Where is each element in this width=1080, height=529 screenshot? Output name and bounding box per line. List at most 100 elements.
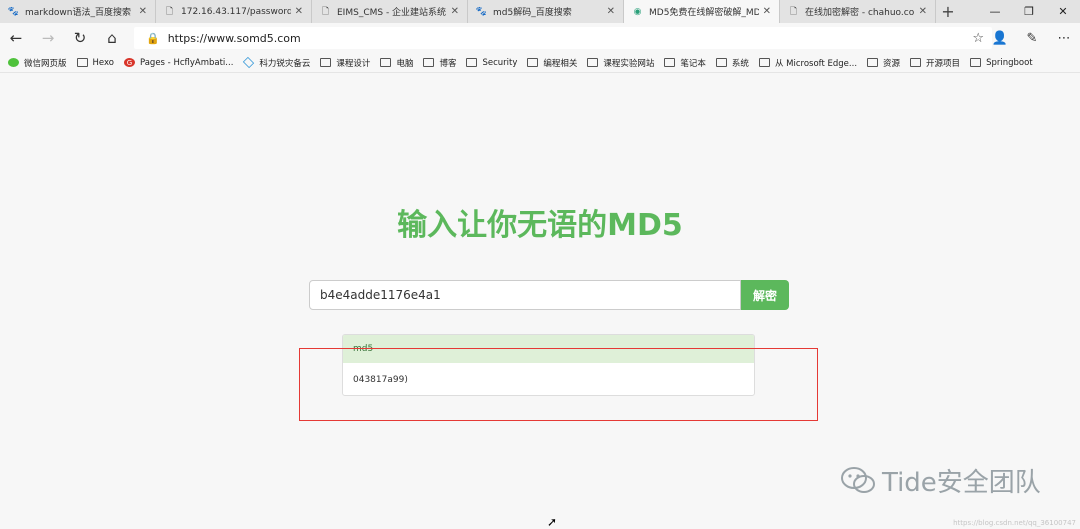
document-icon: 🗋 — [789, 6, 798, 17]
bookmarks-bar: 微信网页版 Hexo G Pages - HcflyAmbati... 科力锐灾备… — [0, 53, 1080, 73]
bookmark-label: 笔记本 — [680, 58, 706, 69]
minimize-icon[interactable]: — — [978, 0, 1012, 23]
document-icon: 🗋 — [165, 6, 174, 17]
star-icon[interactable]: ☆ — [972, 31, 984, 46]
watermark-text: Tide安全团队 — [882, 468, 1041, 498]
profile-icon[interactable]: 👤 — [984, 23, 1016, 53]
bookmark-item[interactable]: 博客 — [423, 57, 456, 69]
folder-icon — [970, 58, 982, 67]
close-window-icon[interactable]: ✕ — [1046, 0, 1080, 23]
baidu-paw-icon: 🐾 — [475, 6, 488, 17]
bookmark-label: Hexo — [92, 57, 114, 68]
somd5-icon: ◉ — [633, 6, 642, 17]
bookmark-item[interactable]: 从 Microsoft Edge... — [758, 57, 858, 69]
bookmark-label: 博客 — [439, 58, 457, 69]
restore-icon[interactable]: ❐ — [1012, 0, 1046, 23]
folder-icon — [380, 58, 392, 67]
baidu-paw-icon: 🐾 — [7, 6, 20, 17]
bookmark-label: 编程相关 — [543, 58, 578, 69]
tab-title: 在线加密解密 - chahuo.com — [805, 8, 915, 18]
bookmark-item[interactable]: 开源项目 — [910, 57, 960, 69]
bookmark-label: 开源项目 — [926, 58, 961, 69]
address-bar[interactable]: 🔒 https://www.somd5.com ☆ — [134, 27, 992, 49]
bookmark-item[interactable]: 课程设计 — [320, 57, 370, 69]
home-icon[interactable]: ⌂ — [96, 23, 128, 53]
folder-icon — [867, 58, 879, 67]
bookmark-item[interactable]: 资源 — [867, 57, 900, 69]
folder-icon — [715, 58, 727, 67]
bookmark-label: 电脑 — [396, 58, 414, 69]
bookmark-label: 从 Microsoft Edge... — [774, 58, 858, 69]
forward-arrow-icon[interactable]: → — [32, 23, 64, 53]
folder-icon — [910, 58, 922, 67]
gitee-icon: G — [123, 58, 135, 67]
highlight-box — [299, 348, 818, 421]
decrypt-button[interactable]: 解密 — [741, 280, 789, 310]
bookmark-label: 课程实验网站 — [603, 58, 655, 69]
bookmark-item[interactable]: 课程实验网站 — [587, 57, 654, 69]
bookmark-label: Security — [482, 57, 518, 68]
folder-icon — [664, 58, 676, 67]
more-options-icon[interactable]: ⋯ — [1048, 23, 1080, 53]
bookmark-item[interactable]: 笔记本 — [664, 57, 706, 69]
close-icon[interactable]: ✕ — [451, 6, 459, 17]
tab-title: EIMS_CMS - 企业建站系统 — [337, 8, 447, 18]
folder-icon — [466, 58, 478, 67]
bookmark-label: 资源 — [883, 58, 901, 69]
tab-title: 172.16.43.117/password.txt — [181, 6, 291, 17]
tab-md5-baidu[interactable]: 🐾 md5解码_百度搜索 ✕ — [468, 0, 624, 23]
bookmark-item[interactable]: 科力锐灾备云 — [243, 56, 311, 69]
cube-icon — [243, 56, 255, 69]
url-text[interactable]: https://www.somd5.com — [168, 32, 301, 45]
folder-icon — [320, 58, 332, 67]
tab-eims-cms[interactable]: 🗋 EIMS_CMS - 企业建站系统 ✕ — [312, 0, 468, 23]
tab-title: markdown语法_百度搜索 — [25, 8, 131, 18]
folder-icon — [76, 58, 88, 67]
folder-icon — [758, 58, 770, 67]
back-arrow-icon[interactable]: ← — [0, 23, 32, 53]
folder-icon — [587, 58, 599, 67]
wechat-icon — [8, 58, 19, 67]
document-icon: 🗋 — [321, 6, 330, 17]
new-tab-button[interactable]: + — [936, 0, 960, 23]
tab-markdown[interactable]: 🐾 markdown语法_百度搜索 ✕ — [0, 0, 156, 23]
bookmark-label: 科力锐灾备云 — [259, 58, 311, 69]
wechat-logo-icon — [841, 466, 875, 493]
window-controls: — ❐ ✕ — [978, 0, 1080, 23]
bookmark-item[interactable]: 系统 — [715, 57, 749, 69]
watermark: Tide安全团队 — [840, 462, 1041, 499]
close-icon[interactable]: ✕ — [607, 6, 615, 17]
folder-icon — [527, 58, 539, 67]
bookmark-item[interactable]: 编程相关 — [527, 57, 577, 69]
close-icon[interactable]: ✕ — [919, 6, 927, 17]
toolbar-right: 👤 ✎ ⋯ — [984, 23, 1080, 53]
bookmark-item[interactable]: Security — [466, 58, 517, 68]
close-icon[interactable]: ✕ — [295, 6, 303, 17]
bookmark-item[interactable]: 电脑 — [380, 57, 413, 69]
bookmark-item[interactable]: G Pages - HcflyAmbati... — [123, 57, 234, 68]
tab-password-txt[interactable]: 🗋 172.16.43.117/password.txt ✕ — [156, 0, 312, 23]
close-icon[interactable]: ✕ — [139, 6, 147, 17]
folder-icon — [423, 58, 435, 67]
tab-somd5[interactable]: ◉ MD5免费在线解密破解_MD5 ✕ — [624, 0, 780, 23]
bookmark-label: 系统 — [731, 58, 749, 69]
bottom-url: https://blog.csdn.net/qq_36100747 — [953, 519, 1076, 527]
feedback-icon[interactable]: ✎ — [1016, 23, 1048, 53]
bookmark-label: 微信网页版 — [24, 58, 67, 69]
tab-chahuo[interactable]: 🗋 在线加密解密 - chahuo.com ✕ — [780, 0, 936, 23]
bookmark-label: Pages - HcflyAmbati... — [139, 57, 234, 68]
bookmark-item[interactable]: Hexo — [76, 57, 114, 68]
lock-icon[interactable]: 🔒 — [146, 32, 160, 45]
md5-input[interactable] — [309, 280, 741, 310]
mouse-cursor-icon: ➚ — [547, 515, 558, 529]
bookmark-label: 课程设计 — [336, 58, 371, 69]
bookmark-item[interactable]: 微信网页版 — [8, 57, 67, 69]
refresh-icon[interactable]: ↻ — [64, 23, 96, 53]
tab-title: md5解码_百度搜索 — [493, 8, 572, 18]
page-title: 输入让你无语的MD5 — [397, 208, 683, 243]
bookmark-item[interactable]: Springboot — [970, 58, 1033, 68]
tab-strip: 🐾 markdown语法_百度搜索 ✕ 🗋 172.16.43.117/pass… — [0, 0, 1080, 23]
tab-title: MD5免费在线解密破解_MD5 — [649, 8, 759, 18]
close-icon[interactable]: ✕ — [763, 6, 771, 17]
bookmark-label: Springboot — [986, 57, 1033, 68]
